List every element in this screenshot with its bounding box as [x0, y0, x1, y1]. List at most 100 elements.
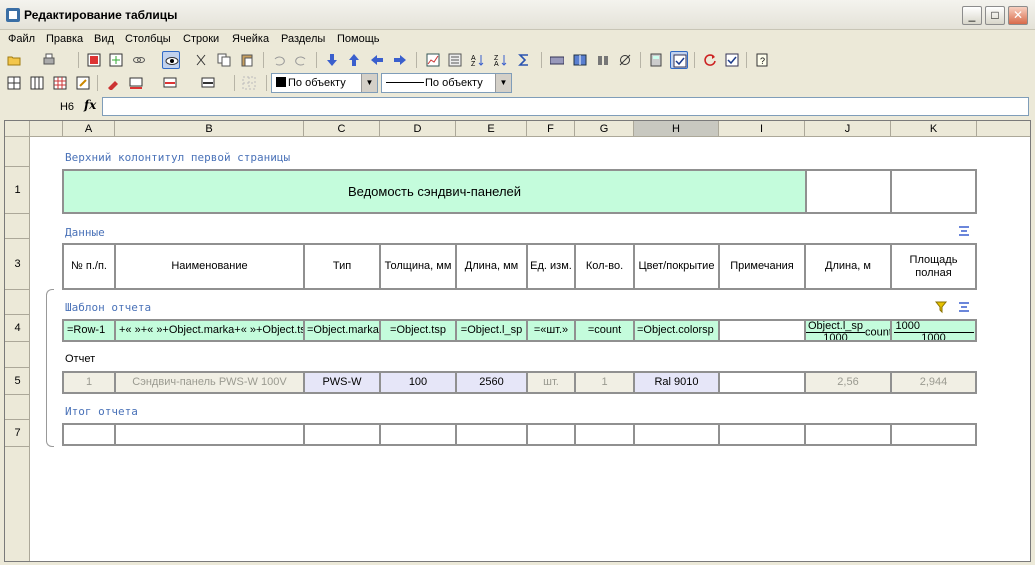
row-header-1[interactable]: 1 — [5, 167, 30, 214]
report-cell-d[interactable]: 100 — [379, 371, 457, 394]
column-header-g[interactable]: G — [575, 121, 634, 137]
arrow-up-icon[interactable] — [345, 51, 363, 69]
header-cell[interactable]: Кол-во. — [574, 243, 635, 290]
column-header-d[interactable]: D — [380, 121, 456, 137]
table-style-icon[interactable] — [107, 51, 125, 69]
redo-icon[interactable] — [292, 51, 310, 69]
report-cell-b[interactable]: Сэндвич-панель PWS-W 100V — [114, 371, 305, 394]
section-report-label[interactable]: Отчет — [65, 353, 95, 365]
template-cell-g[interactable]: =count — [574, 319, 635, 342]
template-cell-c[interactable]: =Object.marka — [303, 319, 381, 342]
report-cell-k[interactable]: 2,944 — [890, 371, 977, 394]
report-cell-i[interactable] — [718, 371, 806, 394]
menu-columns[interactable]: Столбцы — [125, 33, 171, 45]
edit-cell-icon[interactable] — [74, 74, 92, 92]
binoculars-icon[interactable] — [594, 51, 612, 69]
report-cell-c[interactable]: PWS-W — [303, 371, 381, 394]
grid-icon[interactable] — [51, 74, 69, 92]
keyboard-icon[interactable] — [548, 51, 566, 69]
help-icon[interactable]: ? — [753, 51, 771, 69]
properties-icon[interactable] — [446, 51, 464, 69]
check-icon[interactable] — [723, 51, 741, 69]
total-cell-c[interactable] — [303, 423, 381, 446]
checkbox-toggle-icon[interactable] — [670, 51, 688, 69]
column-header-f[interactable]: F — [527, 121, 575, 137]
column-header-i[interactable]: I — [719, 121, 805, 137]
minimize-button[interactable]: _ — [962, 6, 982, 25]
column-header-c[interactable]: C — [304, 121, 380, 137]
total-cell-j[interactable] — [804, 423, 892, 446]
sort-descending-icon[interactable]: ZA — [492, 51, 510, 69]
column-header-a[interactable]: A — [63, 121, 115, 137]
column-header-blank[interactable] — [977, 121, 1030, 137]
undo-icon[interactable] — [270, 51, 288, 69]
section-data-label[interactable]: Данные — [65, 226, 105, 239]
total-cell-b[interactable] — [114, 423, 305, 446]
formula-input[interactable] — [102, 97, 1029, 116]
header-cell[interactable]: Толщина, мм — [379, 243, 457, 290]
header-cell[interactable]: Примечания — [718, 243, 806, 290]
menu-file[interactable]: Файл — [8, 33, 35, 45]
header-cell[interactable]: Тип — [303, 243, 381, 290]
section-header-label[interactable]: Верхний колонтитул первой страницы — [65, 151, 290, 164]
print-icon[interactable] — [40, 51, 58, 69]
total-cell-d[interactable] — [379, 423, 457, 446]
row-header-3[interactable]: 3 — [5, 239, 30, 290]
template-cell-f[interactable]: =«шт.» — [526, 319, 576, 342]
section-total-label[interactable]: Итог отчета — [65, 405, 138, 418]
template-cell-h[interactable]: =Object.colorsp — [633, 319, 720, 342]
merge-cells-icon[interactable] — [5, 74, 23, 92]
column-header-h[interactable]: H — [634, 121, 719, 137]
report-title-cell[interactable]: Ведомость сэндвич-панелей — [62, 169, 807, 214]
border-color-icon[interactable] — [161, 74, 179, 92]
arrow-down-icon[interactable] — [323, 51, 341, 69]
row-header-7[interactable]: 7 — [5, 420, 30, 447]
report-cell-e[interactable]: 2560 — [455, 371, 528, 394]
column-header-e[interactable]: E — [456, 121, 527, 137]
sum-icon[interactable] — [515, 51, 533, 69]
fill-color-icon[interactable] — [127, 74, 145, 92]
report-cell-a[interactable]: 1 — [62, 371, 116, 394]
template-cell-a[interactable]: =Row-1 — [62, 319, 116, 342]
header-cell[interactable]: Длина, м — [804, 243, 892, 290]
total-cell-f[interactable] — [526, 423, 576, 446]
report-cell-j[interactable]: 2,56 — [804, 371, 892, 394]
template-cell-e[interactable]: =Object.l_sp — [455, 319, 528, 342]
menu-rows[interactable]: Строки — [183, 33, 219, 45]
close-button[interactable]: ✕ — [1008, 6, 1028, 25]
paste-icon[interactable] — [238, 51, 256, 69]
report-cell-g[interactable]: 1 — [574, 371, 635, 394]
template-cell-b[interactable]: +« »+« »+Object.marka+« »+Object.tsp — [114, 319, 305, 342]
row-header-blank[interactable] — [5, 214, 30, 239]
cell-k1[interactable] — [890, 169, 977, 214]
column-header-j[interactable]: J — [805, 121, 891, 137]
insert-row-icon[interactable] — [957, 224, 971, 241]
template-cell-k[interactable]: 1000 1000 — [890, 319, 977, 342]
total-cell-i[interactable] — [718, 423, 806, 446]
column-header-b[interactable]: B — [115, 121, 304, 137]
fx-icon[interactable]: fx — [84, 98, 96, 112]
arrow-right-icon[interactable] — [391, 51, 409, 69]
refresh-icon[interactable] — [701, 51, 719, 69]
row-header-4[interactable]: 4 — [5, 315, 30, 342]
link-icon[interactable] — [130, 51, 148, 69]
line-select[interactable]: По объекту ▼ — [381, 73, 512, 93]
corner-cell[interactable] — [5, 121, 30, 137]
table-props-icon[interactable] — [85, 51, 103, 69]
header-cell[interactable]: Ед. изм. — [526, 243, 576, 290]
chart-icon[interactable] — [424, 51, 442, 69]
arrow-left-icon[interactable] — [368, 51, 386, 69]
header-cell[interactable]: Длина, мм — [455, 243, 528, 290]
report-cell-h[interactable]: Ral 9010 — [633, 371, 720, 394]
menu-help[interactable]: Помощь — [337, 33, 380, 45]
cell-j1[interactable] — [805, 169, 892, 214]
split-cells-icon[interactable] — [28, 74, 46, 92]
column-header-k[interactable]: K — [891, 121, 977, 137]
preview-eye-icon[interactable] — [162, 51, 180, 69]
menu-view[interactable]: Вид — [94, 33, 114, 45]
color-select[interactable]: По объекту ▼ — [271, 73, 378, 93]
copy-icon[interactable] — [215, 51, 233, 69]
sort-ascending-icon[interactable]: AZ — [469, 51, 487, 69]
column-header-blank[interactable] — [30, 121, 63, 137]
header-cell[interactable]: Площадь полная — [890, 243, 977, 290]
